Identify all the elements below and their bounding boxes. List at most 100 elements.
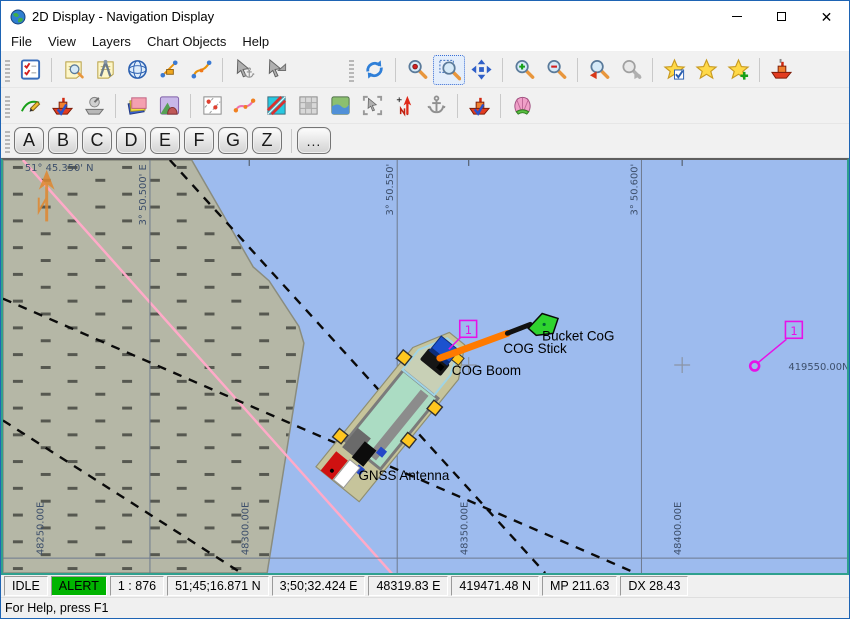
easting-label-3: 48350.00E: [460, 502, 471, 555]
menu-file[interactable]: File: [3, 33, 40, 50]
minimize-icon: [732, 16, 742, 17]
view-button-g[interactable]: G: [218, 127, 248, 154]
view-button-z[interactable]: Z: [252, 127, 282, 154]
easting-label-4: 48400.00E: [673, 502, 684, 555]
toolbar-grip[interactable]: [5, 58, 10, 82]
map-thumbnail-icon: [329, 94, 352, 117]
checklist-button[interactable]: [14, 55, 46, 85]
toolbar-grip[interactable]: [5, 129, 10, 153]
measure-line-icon: [158, 58, 181, 81]
route-button[interactable]: [185, 55, 217, 85]
layers-icon: [126, 94, 149, 117]
separator: [577, 58, 578, 82]
bookmark-add-button[interactable]: [722, 55, 754, 85]
menu-help[interactable]: Help: [234, 33, 277, 50]
close-button[interactable]: ✕: [804, 1, 849, 32]
northing-label: 419550.00N: [788, 362, 847, 373]
pan-button[interactable]: [465, 55, 497, 85]
lat-grid-label: 51° 45.350' N: [25, 163, 94, 174]
chart-layer-button[interactable]: [324, 91, 356, 121]
help-bar: For Help, press F1: [1, 597, 849, 618]
measure-line-button[interactable]: [153, 55, 185, 85]
menu-layers[interactable]: Layers: [84, 33, 139, 50]
measure-notes-button[interactable]: [89, 55, 121, 85]
status-dx: DX 28.43: [620, 576, 688, 596]
app-globe-icon: [10, 9, 26, 25]
zoom-out-button[interactable]: [540, 55, 572, 85]
maximize-button[interactable]: [759, 1, 804, 32]
soundings-layer-button[interactable]: [196, 91, 228, 121]
boat-satellite-icon: [83, 94, 106, 117]
separator: [502, 58, 503, 82]
north-arrow-button[interactable]: [388, 91, 420, 121]
separator: [222, 58, 223, 82]
view-more-button[interactable]: ...: [297, 127, 331, 154]
view-button-e[interactable]: E: [150, 127, 180, 154]
toolbar-views: A B C D E F G Z ...: [1, 124, 849, 158]
status-scale: 1 : 876: [110, 576, 164, 596]
lon-grid-label-1: 3° 50.500' E: [138, 164, 149, 225]
lon-grid-label-3: 3° 50.600' E: [629, 160, 640, 215]
gnss-antenna-label: GNSS Antenna: [358, 468, 449, 483]
minimize-button[interactable]: [714, 1, 759, 32]
zoom-point-button[interactable]: [401, 55, 433, 85]
matrix-layer-button[interactable]: [292, 91, 324, 121]
zoom-window-button[interactable]: [433, 55, 465, 85]
view-button-c[interactable]: C: [82, 127, 112, 154]
anchor-watch-button[interactable]: [420, 91, 452, 121]
geodesy-button[interactable]: [121, 55, 153, 85]
status-alert: ALERT: [51, 576, 107, 596]
vessel-select-button[interactable]: [463, 91, 495, 121]
menu-chart-objects[interactable]: Chart Objects: [139, 33, 234, 50]
toolbar-zoom-group: [348, 55, 797, 85]
chart-svg: 51° 45.350' N 3° 50.500' E 3° 50.550' E …: [3, 160, 847, 573]
separator: [457, 94, 458, 118]
separator: [291, 129, 292, 153]
toolbar-grip[interactable]: [349, 58, 354, 82]
track-layer-button[interactable]: [228, 91, 260, 121]
view-button-b[interactable]: B: [48, 127, 78, 154]
easting-label-2: 48300.00E: [240, 502, 251, 555]
chart-canvas[interactable]: 51° 45.350' N 3° 50.500' E 3° 50.550' E …: [1, 158, 849, 575]
view-button-a[interactable]: A: [14, 127, 44, 154]
shell-button[interactable]: [506, 91, 538, 121]
separator: [51, 58, 52, 82]
separator: [190, 94, 191, 118]
vessel-gnss-button[interactable]: [78, 91, 110, 121]
vessel-view-button[interactable]: [765, 55, 797, 85]
maximize-icon: [777, 12, 786, 21]
vessel-setup-button[interactable]: [46, 91, 78, 121]
view-button-f[interactable]: F: [184, 127, 214, 154]
vessel-info-label: 1: [465, 323, 472, 337]
draw-curve-button[interactable]: [14, 91, 46, 121]
status-latitude: 51;45;16.871 N: [167, 576, 269, 596]
grid-layer-button[interactable]: [260, 91, 292, 121]
status-bar: IDLE ALERT 1 : 876 51;45;16.871 N 3;50;3…: [1, 575, 849, 597]
pointer-select-button[interactable]: [260, 55, 292, 85]
view-button-d[interactable]: D: [116, 127, 146, 154]
bookmark-check-button[interactable]: [658, 55, 690, 85]
status-longitude: 3;50;32.424 E: [272, 576, 366, 596]
star-check-icon: [663, 58, 686, 81]
bucket-cog-point: [543, 323, 546, 326]
refresh-button[interactable]: [358, 55, 390, 85]
view-previous-icon: [588, 58, 611, 81]
zoom-out-icon: [545, 58, 568, 81]
find-notes-button[interactable]: [57, 55, 89, 85]
close-icon: ✕: [821, 10, 833, 24]
anchor-cursor-button[interactable]: [228, 55, 260, 85]
separator: [395, 58, 396, 82]
layers-button[interactable]: [121, 91, 153, 121]
zoom-in-button[interactable]: [508, 55, 540, 85]
menu-view[interactable]: View: [40, 33, 84, 50]
previous-view-button[interactable]: [583, 55, 615, 85]
window-controls: ✕: [714, 1, 849, 32]
select-area-button[interactable]: [356, 91, 388, 121]
next-view-button[interactable]: [615, 55, 647, 85]
background-image-button[interactable]: [153, 91, 185, 121]
toolbar-grip[interactable]: [5, 94, 10, 118]
status-mp: MP 211.63: [542, 576, 617, 596]
checklist-icon: [19, 58, 42, 81]
bookmark-button[interactable]: [690, 55, 722, 85]
scene-image-icon: [158, 94, 181, 117]
